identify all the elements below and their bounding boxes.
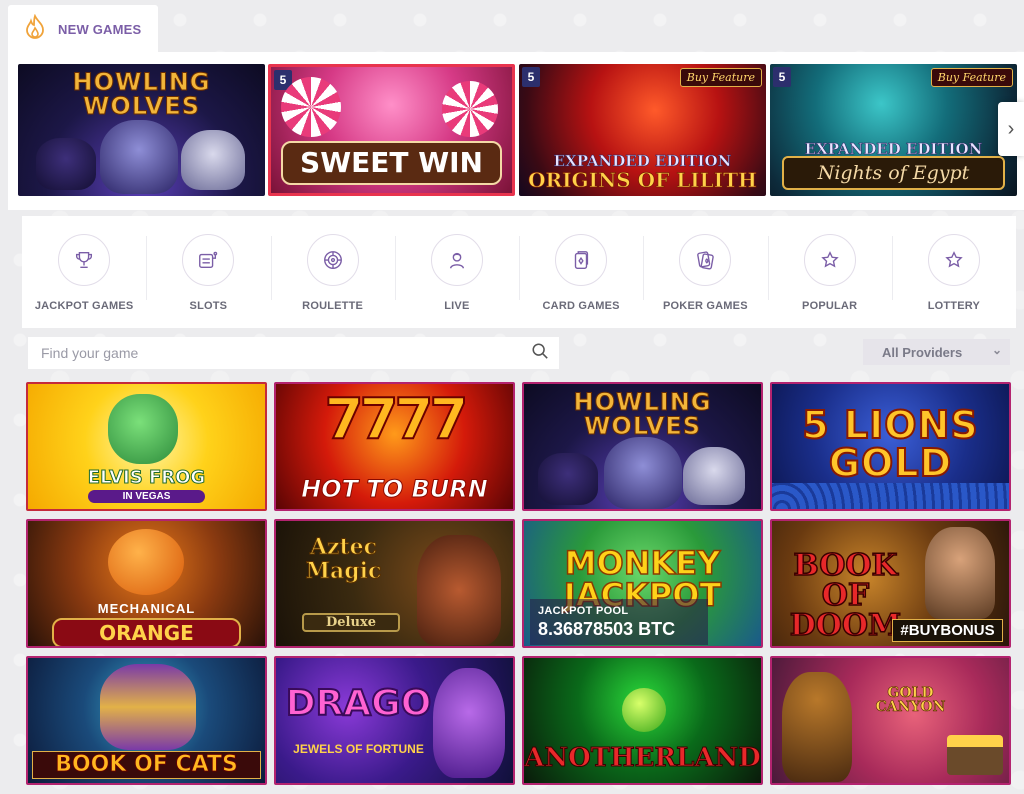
- game-tile[interactable]: MECHANICAL ORANGE: [26, 519, 267, 648]
- game-title: ANOTHERLAND: [524, 743, 761, 773]
- banner-title: HOWLING WOLVES: [72, 68, 211, 120]
- adventurer-art: [925, 527, 995, 619]
- game-subtitle: Deluxe: [302, 613, 400, 632]
- jackpot-pool: JACKPOT POOL 8.36878503 BTC: [530, 599, 708, 645]
- game-title: BOOK OF CATS: [32, 751, 261, 779]
- orange-art: [108, 529, 184, 595]
- providers-select[interactable]: All Providers ⌄: [863, 339, 1010, 365]
- game-tile[interactable]: GOLD CANYON: [770, 656, 1011, 785]
- banner-title: ORIGINS OF LILITH: [528, 168, 757, 193]
- game-subtitle: IN VEGAS: [88, 490, 205, 503]
- chevron-right-icon: ›: [1007, 117, 1015, 140]
- game-title: GOLD CANYON: [875, 685, 946, 715]
- jackpot-pool-label: JACKPOT POOL: [538, 605, 629, 617]
- category-bar: JACKPOT GAMES SLOTS ROULETTE LIVE CARD G…: [22, 216, 1016, 328]
- search-input[interactable]: [41, 345, 531, 361]
- category-label: SLOTS: [189, 300, 228, 312]
- wolf-art: [181, 130, 245, 190]
- cards-icon: [555, 234, 608, 286]
- new-game-banner[interactable]: 5 SWEET WIN: [268, 64, 515, 196]
- wolf-art: [604, 437, 682, 509]
- game-title: HOWLING WOLVES: [573, 388, 712, 440]
- game-tile[interactable]: DRAGO JEWELS OF FORTUNE: [274, 656, 515, 785]
- dealer-icon: [430, 234, 483, 286]
- banner-title: Nights of Egypt: [782, 156, 1005, 190]
- search-icon[interactable]: [531, 342, 559, 365]
- wolf-art: [538, 453, 598, 505]
- aztec-warrior-art: [417, 535, 501, 645]
- game-title: ORANGE: [52, 618, 241, 646]
- banner-title: SWEET WIN: [281, 141, 502, 185]
- game-tile[interactable]: MONKEY JACKPOT JACKPOT POOL 8.36878503 B…: [522, 519, 763, 648]
- game-subtitle: MECHANICAL: [97, 601, 196, 616]
- game-title: 5 LIONS GOLD: [801, 403, 979, 485]
- slot-machine-icon: [182, 234, 235, 286]
- tab-new-games[interactable]: NEW GAMES: [8, 5, 158, 53]
- category-label: POKER GAMES: [663, 300, 748, 312]
- providers-selected: All Providers: [882, 344, 963, 360]
- wolf-art: [683, 447, 745, 505]
- category-jackpot-games[interactable]: JACKPOT GAMES: [22, 216, 146, 328]
- frog-art: [108, 394, 178, 464]
- game-tile[interactable]: ANOTHERLAND: [522, 656, 763, 785]
- game-tile[interactable]: ELVIS FROG IN VEGAS: [26, 382, 267, 511]
- search-bar: [28, 337, 559, 369]
- new-game-banner[interactable]: HOWLING WOLVES: [18, 64, 265, 196]
- carousel-next-button[interactable]: ›: [998, 102, 1024, 156]
- category-slots[interactable]: SLOTS: [146, 216, 270, 328]
- games-grid: ELVIS FROG IN VEGAS 7777 HOT TO BURN HOW…: [26, 382, 1012, 785]
- provider-badge: 5: [522, 67, 540, 87]
- flame-icon: [24, 13, 46, 45]
- new-games-carousel: HOWLING WOLVES 5 SWEET WIN 5 Buy Feature…: [8, 52, 1024, 210]
- category-label: LOTTERY: [927, 300, 981, 312]
- category-label: JACKPOT GAMES: [34, 300, 134, 312]
- wolf-art: [100, 120, 178, 194]
- game-title: DRAGO: [285, 683, 433, 724]
- game-tile[interactable]: 5 LIONS GOLD: [770, 382, 1011, 511]
- game-subtitle: #BUYBONUS: [892, 619, 1003, 642]
- cat-mask-art: [100, 664, 196, 750]
- new-game-banner[interactable]: 5 Buy Feature EXPANDED EDITION Nights of…: [770, 64, 1017, 196]
- category-poker-games[interactable]: POKER GAMES: [643, 216, 767, 328]
- provider-badge: 5: [773, 67, 791, 87]
- game-tile[interactable]: HOWLING WOLVES: [522, 382, 763, 511]
- game-title: ELVIS FROG: [87, 467, 206, 488]
- gold-cart-art: [947, 735, 1003, 775]
- category-card-games[interactable]: CARD GAMES: [519, 216, 643, 328]
- category-popular[interactable]: POPULAR: [767, 216, 892, 328]
- dragon-art: [433, 668, 505, 778]
- star-icon: [803, 234, 856, 286]
- poker-chip-icon: [679, 234, 732, 286]
- star-icon: [927, 234, 980, 286]
- roulette-icon: [306, 234, 359, 286]
- sevens-art: 7777: [324, 387, 470, 452]
- category-label: POPULAR: [802, 300, 858, 312]
- jackpot-pool-value: 8.36878503 BTC: [538, 619, 676, 639]
- trophy-icon: [58, 234, 111, 286]
- candy-art: [442, 81, 498, 137]
- tab-new-games-label: NEW GAMES: [58, 21, 142, 37]
- cowboy-art: [782, 672, 852, 782]
- game-title: HOT TO BURN: [301, 475, 489, 503]
- new-game-banner[interactable]: 5 Buy Feature EXPANDED EDITION ORIGINS O…: [519, 64, 766, 196]
- buy-feature-badge: Buy Feature: [930, 68, 1013, 87]
- buy-feature-badge: Buy Feature: [679, 68, 762, 87]
- chevron-down-icon: ⌄: [991, 343, 1002, 357]
- category-label: ROULETTE: [302, 300, 364, 312]
- game-subtitle: JEWELS OF FORTUNE: [293, 742, 424, 756]
- wolf-art: [36, 138, 96, 190]
- category-label: CARD GAMES: [542, 300, 620, 312]
- waves-art: [772, 483, 1009, 509]
- category-live[interactable]: LIVE: [394, 216, 519, 328]
- game-tile[interactable]: Aztec Magic Deluxe: [274, 519, 515, 648]
- game-tile[interactable]: 7777 HOT TO BURN: [274, 382, 515, 511]
- candy-art: [281, 77, 341, 137]
- category-roulette[interactable]: ROULETTE: [270, 216, 395, 328]
- game-tile[interactable]: BOOK OF DOOM #BUYBONUS: [770, 519, 1011, 648]
- game-title: Aztec Magic: [305, 534, 382, 585]
- game-tile[interactable]: BOOK OF CATS: [26, 656, 267, 785]
- orb-art: [622, 688, 666, 732]
- category-label: LIVE: [444, 300, 470, 312]
- category-lottery[interactable]: LOTTERY: [891, 216, 1016, 328]
